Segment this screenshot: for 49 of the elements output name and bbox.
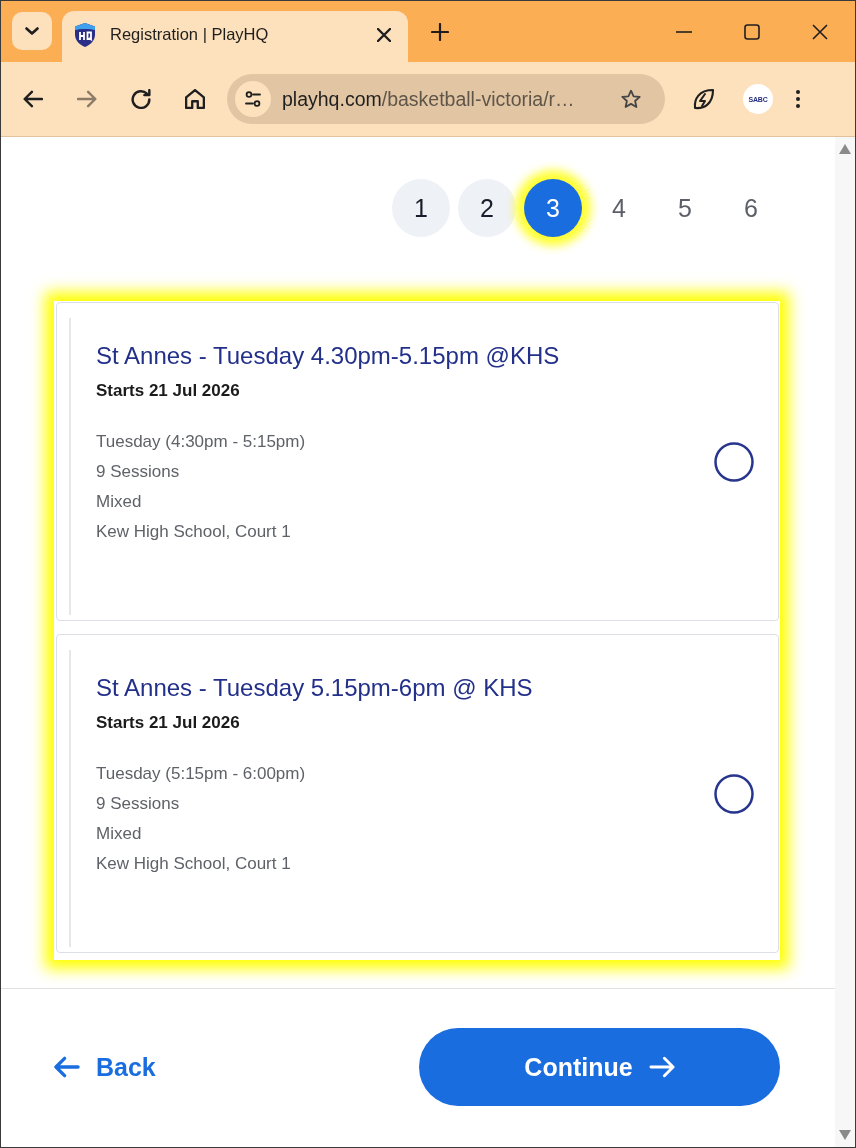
continue-button[interactable]: Continue bbox=[419, 1028, 780, 1106]
sliders-icon[interactable] bbox=[235, 81, 271, 117]
session-detail: Kew High School, Court 1 bbox=[96, 853, 292, 875]
url-text: playhq.com/basketball-victoria/r… bbox=[282, 87, 576, 111]
step-indicator: 5 bbox=[677, 192, 693, 224]
plus-icon[interactable] bbox=[431, 22, 449, 41]
step-indicator: 4 bbox=[611, 192, 627, 224]
arrow-left-icon bbox=[54, 1056, 80, 1078]
session-detail: Tuesday (5:15pm - 6:00pm) bbox=[96, 763, 307, 785]
session-detail: 9 Sessions bbox=[96, 461, 181, 483]
session-card[interactable]: St Annes - Tuesday 4.30pm-5.15pm @KHS Starts 21 Jul 2026 Tuesday (4:30pm - 5:15pm) 9 Sessions Mixed Kew High School, Court 1 bbox=[56, 302, 779, 621]
start-date: Starts 21 Jul 2026 bbox=[96, 381, 241, 401]
close-icon[interactable] bbox=[377, 27, 391, 42]
more-menu-icon[interactable] bbox=[796, 90, 800, 108]
leaf-bolt-icon[interactable] bbox=[693, 88, 715, 110]
radio-button[interactable] bbox=[714, 441, 754, 482]
session-detail: Mixed bbox=[96, 491, 143, 513]
radio-button[interactable] bbox=[714, 773, 754, 814]
browser-tab[interactable]: Registration | PlayHQ bbox=[62, 11, 408, 62]
step-indicator: 2 bbox=[458, 179, 516, 237]
shield-logo-icon bbox=[75, 22, 95, 47]
scroll-down-icon[interactable] bbox=[838, 1129, 852, 1141]
session-card[interactable]: St Annes - Tuesday 5.15pm-6pm @ KHS Starts 21 Jul 2026 Tuesday (5:15pm - 6:00pm) 9 Sessions Mixed Kew High School, Court 1 bbox=[56, 634, 779, 953]
session-detail: Tuesday (4:30pm - 5:15pm) bbox=[96, 431, 307, 453]
step-indicator: 3 bbox=[524, 179, 582, 237]
session-detail: Mixed bbox=[96, 823, 143, 845]
home-icon bbox=[185, 89, 205, 109]
tab-title: Registration | PlayHQ bbox=[110, 25, 270, 44]
session-detail: Kew High School, Court 1 bbox=[96, 521, 292, 543]
reload-icon bbox=[131, 89, 151, 109]
chevron-down-icon bbox=[25, 27, 39, 35]
scroll-up-icon[interactable] bbox=[838, 143, 852, 155]
session-detail: 9 Sessions bbox=[96, 793, 181, 815]
session-title: St Annes - Tuesday 4.30pm-5.15pm @KHS bbox=[96, 342, 561, 370]
step-indicator: 1 bbox=[392, 179, 450, 237]
star-icon[interactable] bbox=[621, 89, 641, 109]
tab-list-button[interactable] bbox=[12, 12, 52, 50]
scrollbar[interactable] bbox=[835, 137, 855, 1147]
start-date: Starts 21 Jul 2026 bbox=[96, 713, 241, 733]
step-indicator: 6 bbox=[743, 192, 759, 224]
arrow-right-icon bbox=[77, 89, 97, 109]
maximize-icon bbox=[744, 23, 760, 40]
minimize-icon bbox=[676, 30, 692, 33]
session-title: St Annes - Tuesday 5.15pm-6pm @ KHS bbox=[96, 674, 534, 702]
close-icon bbox=[812, 23, 828, 40]
address-bar[interactable]: playhq.com/basketball-victoria/r… bbox=[227, 74, 665, 124]
arrow-left-icon bbox=[23, 89, 43, 109]
arrow-right-icon bbox=[648, 1056, 675, 1078]
back-link[interactable]: Back bbox=[54, 1047, 156, 1087]
